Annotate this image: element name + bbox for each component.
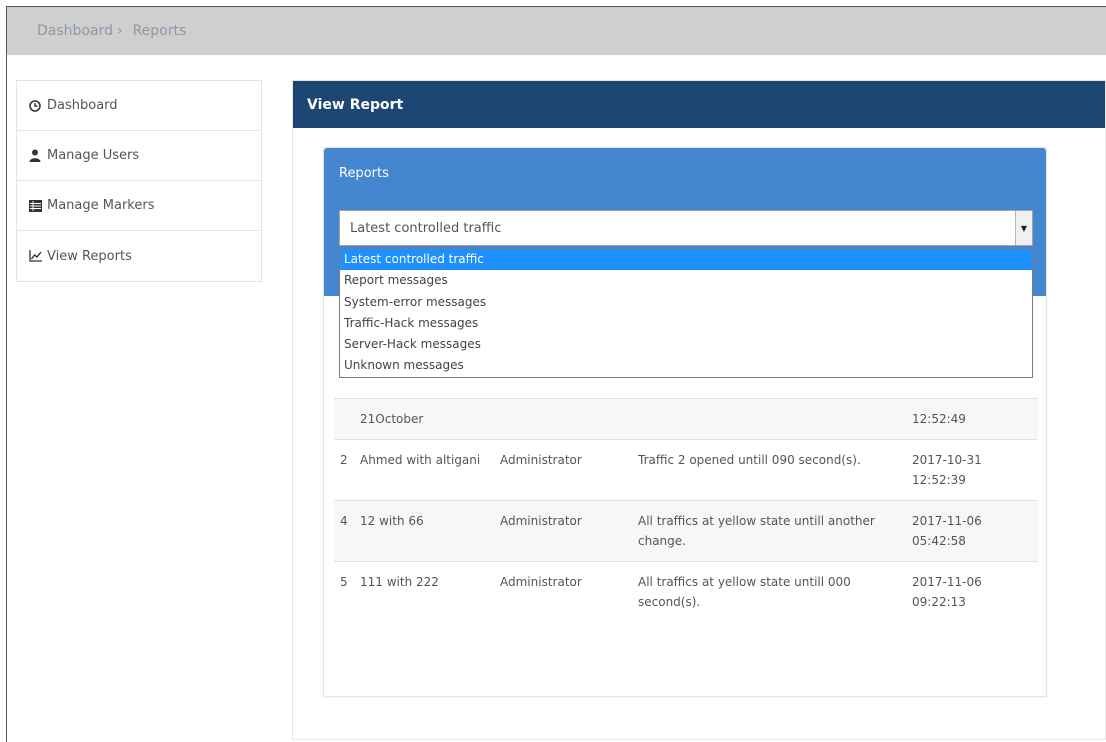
row-message: All traffics at yellow state untill anot… — [632, 500, 906, 562]
dropdown-option[interactable]: Server-Hack messages — [340, 334, 1032, 355]
row-name: Ahmed with altigani — [354, 439, 494, 501]
row-time: 09:22:13 — [912, 595, 966, 609]
row-id: 2 — [334, 439, 354, 501]
panel-title: View Report — [293, 81, 1105, 128]
row-date: 2017-10-31 — [912, 453, 982, 467]
row-user: Administrator — [494, 500, 632, 562]
row-user — [494, 398, 632, 440]
dropdown-option[interactable]: Traffic-Hack messages — [340, 313, 1032, 334]
table-row: 2 Ahmed with altigani Administrator Traf… — [334, 439, 1038, 501]
row-datetime: 12:52:49 — [906, 398, 1038, 440]
row-date: 2017-11-06 — [912, 514, 982, 528]
row-message: Traffic 2 opened untill 090 second(s). — [632, 439, 906, 501]
report-type-select[interactable]: Latest controlled traffic ▼ — [339, 210, 1033, 246]
select-value: Latest controlled traffic — [350, 220, 502, 236]
sidebar-item-label: Manage Users — [47, 148, 140, 163]
reports-card: Reports Latest controlled traffic ▼ Late… — [323, 147, 1047, 697]
row-message: All traffics at yellow state untill 000 … — [632, 561, 906, 622]
row-time: 12:52:49 — [912, 412, 966, 426]
row-name: 111 with 222 — [354, 561, 494, 622]
row-time: 12:52:39 — [912, 473, 966, 487]
chevron-down-icon[interactable]: ▼ — [1015, 211, 1032, 245]
breadcrumb-reports-link[interactable]: Reports — [133, 23, 187, 39]
row-name: 21October — [354, 398, 494, 440]
sidebar: Dashboard Manage Users Manage Markers Vi… — [16, 80, 262, 282]
report-type-dropdown: Latest controlled traffic Report message… — [339, 248, 1033, 378]
sidebar-item-manage-users[interactable]: Manage Users — [17, 131, 261, 181]
row-user: Administrator — [494, 561, 632, 622]
reports-table: 21October 12:52:49 2 Ahmed with altigani… — [334, 398, 1038, 622]
list-icon — [27, 199, 43, 213]
dropdown-option[interactable]: System-error messages — [340, 292, 1032, 313]
window-frame-left — [6, 6, 7, 742]
sidebar-item-dashboard[interactable]: Dashboard — [17, 81, 261, 131]
table-row: 4 12 with 66 Administrator All traffics … — [334, 500, 1038, 562]
row-message — [632, 398, 906, 440]
row-id — [334, 398, 354, 440]
breadcrumb-separator: › — [116, 23, 123, 39]
row-name: 12 with 66 — [354, 500, 494, 562]
breadcrumb: Dashboard › Reports — [7, 7, 1106, 55]
dropdown-option[interactable]: Unknown messages — [340, 355, 1032, 376]
row-time: 05:42:58 — [912, 534, 966, 548]
line-chart-icon — [27, 249, 43, 263]
sidebar-item-label: Manage Markers — [47, 198, 155, 213]
reports-title: Reports — [339, 166, 389, 181]
clock-icon — [27, 99, 43, 113]
row-date: 2017-11-06 — [912, 575, 982, 589]
user-icon — [27, 149, 43, 163]
view-report-panel: View Report Reports Latest controlled tr… — [292, 80, 1106, 740]
sidebar-item-view-reports[interactable]: View Reports — [17, 231, 261, 281]
sidebar-item-label: Dashboard — [47, 98, 118, 113]
row-id: 5 — [334, 561, 354, 622]
sidebar-item-manage-markers[interactable]: Manage Markers — [17, 181, 261, 231]
sidebar-item-label: View Reports — [47, 248, 132, 264]
row-datetime: 2017-10-31 12:52:39 — [906, 439, 1038, 501]
row-datetime: 2017-11-06 05:42:58 — [906, 500, 1038, 562]
table-row: 5 111 with 222 Administrator All traffic… — [334, 561, 1038, 622]
row-user: Administrator — [494, 439, 632, 501]
dropdown-option[interactable]: Latest controlled traffic — [340, 249, 1032, 271]
table-row: 21October 12:52:49 — [334, 398, 1038, 440]
row-datetime: 2017-11-06 09:22:13 — [906, 561, 1038, 622]
dropdown-option[interactable]: Report messages — [340, 270, 1032, 291]
row-id: 4 — [334, 500, 354, 562]
breadcrumb-dashboard-link[interactable]: Dashboard — [37, 23, 113, 39]
